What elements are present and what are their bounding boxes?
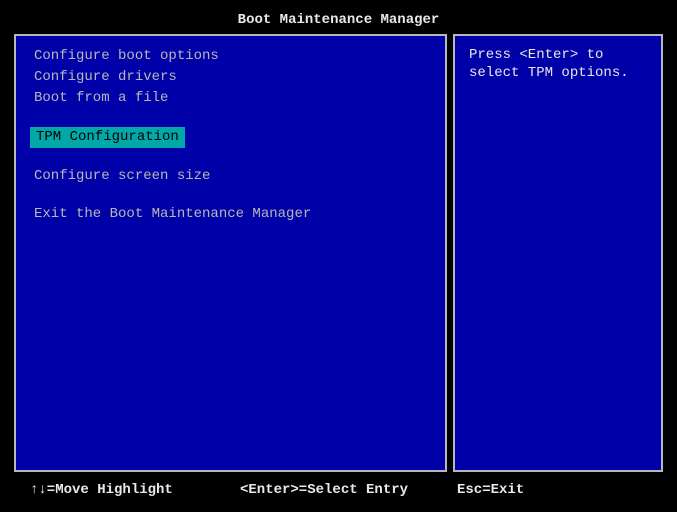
- spacer: [30, 148, 431, 166]
- menu-panel: Configure boot options Configure drivers…: [14, 34, 447, 472]
- menu-list: Configure boot options Configure drivers…: [30, 46, 431, 225]
- menu-item-exit[interactable]: Exit the Boot Maintenance Manager: [30, 204, 431, 225]
- footer-select-hint: <Enter>=Select Entry: [240, 482, 457, 498]
- help-text: Press <Enter> to select TPM options.: [469, 46, 647, 82]
- menu-item-screen-size[interactable]: Configure screen size: [30, 166, 431, 187]
- bios-screen: Boot Maintenance Manager Configure boot …: [0, 0, 677, 512]
- footer-exit-hint: Esc=Exit: [457, 482, 647, 498]
- page-title: Boot Maintenance Manager: [14, 8, 663, 34]
- spacer: [30, 186, 431, 204]
- menu-item-tpm-configuration[interactable]: TPM Configuration: [30, 127, 185, 148]
- help-panel: Press <Enter> to select TPM options.: [453, 34, 663, 472]
- menu-item-configure-drivers[interactable]: Configure drivers: [30, 67, 431, 88]
- menu-item-boot-from-file[interactable]: Boot from a file: [30, 88, 431, 109]
- footer-bar: ↑↓=Move Highlight <Enter>=Select Entry E…: [14, 472, 663, 504]
- spacer: [30, 109, 431, 127]
- panels: Configure boot options Configure drivers…: [14, 34, 663, 472]
- menu-item-configure-boot[interactable]: Configure boot options: [30, 46, 431, 67]
- footer-move-hint: ↑↓=Move Highlight: [30, 482, 240, 498]
